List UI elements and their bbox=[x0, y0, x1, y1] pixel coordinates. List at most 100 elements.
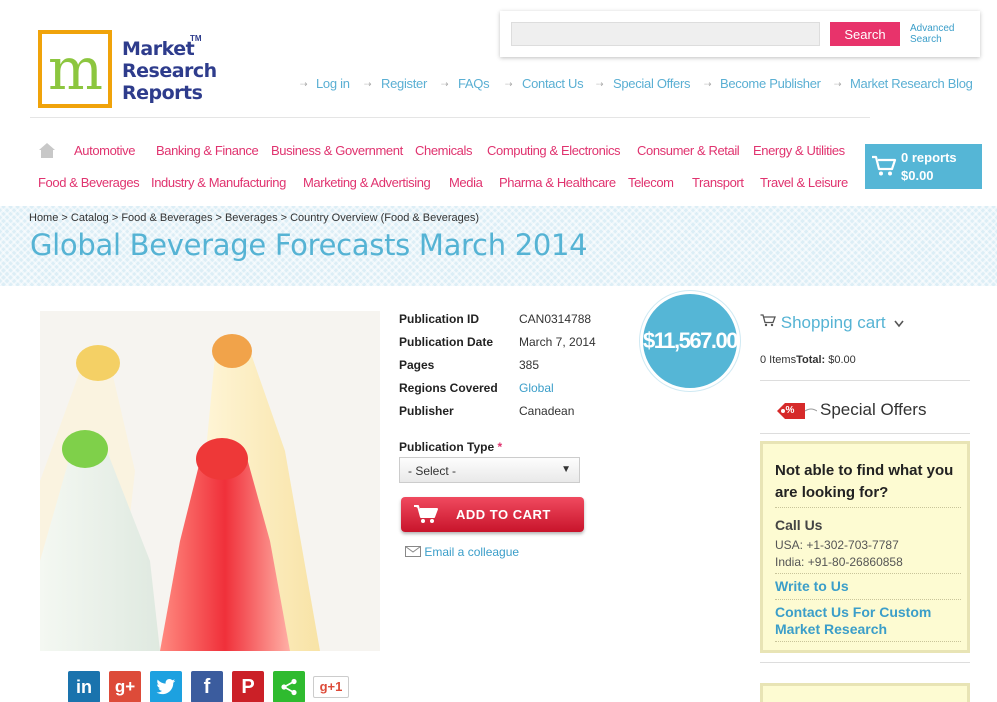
category-banking-finance[interactable]: Banking & Finance bbox=[156, 143, 259, 158]
category-chemicals[interactable]: Chemicals bbox=[415, 143, 472, 158]
advanced-search-line-1: Advanced bbox=[910, 23, 955, 34]
page-title: Global Beverage Forecasts March 2014 bbox=[30, 228, 588, 262]
publication-id-value: CAN0314788 bbox=[519, 312, 592, 326]
breadcrumb[interactable]: Home > Catalog > Food & Beverages > Beve… bbox=[29, 212, 479, 224]
category-industry-manufacturing[interactable]: Industry & Manufacturing bbox=[151, 175, 286, 190]
dropdown-caret-icon: ▼ bbox=[561, 464, 571, 475]
page: m Market Research Reports TM Search Adva… bbox=[0, 0, 997, 702]
special-offers-percent: % bbox=[785, 405, 795, 416]
logo-text: Market Research Reports bbox=[122, 38, 217, 104]
pages-value: 385 bbox=[519, 358, 540, 372]
sidebar-cart-summary: 0 ItemsTotal: $0.00 bbox=[760, 354, 856, 366]
pages-label: Pages bbox=[399, 358, 435, 372]
price-badge: $11,567.00 bbox=[640, 291, 740, 391]
search-input[interactable] bbox=[511, 22, 820, 46]
help-question: Not able to find what you are looking fo… bbox=[775, 462, 954, 501]
usa-phone: USA: +1-302-703-7787 bbox=[775, 538, 899, 552]
publication-date-label: Publication Date bbox=[399, 335, 494, 349]
title-banner: Home > Catalog > Food & Beverages > Beve… bbox=[0, 206, 997, 286]
write-to-us-link[interactable]: Write to Us bbox=[775, 578, 849, 595]
email-colleague-link[interactable]: Email a colleague bbox=[405, 545, 519, 559]
sidebar-divider bbox=[760, 433, 970, 434]
register-link[interactable]: Register bbox=[381, 76, 427, 91]
home-icon[interactable] bbox=[38, 142, 56, 159]
category-transport[interactable]: Transport bbox=[692, 175, 744, 190]
add-to-cart-button[interactable]: ADD TO CART bbox=[401, 497, 584, 532]
category-food-beverages[interactable]: Food & Beverages bbox=[38, 175, 140, 190]
arrow-icon: ⇢ bbox=[441, 79, 449, 89]
chevron-down-icon bbox=[894, 320, 904, 328]
category-media[interactable]: Media bbox=[449, 175, 483, 190]
arrow-icon: ⇢ bbox=[704, 79, 712, 89]
logo-line-1: Market bbox=[122, 38, 195, 60]
sidebar-cart-total-label: Total: bbox=[796, 354, 826, 366]
twitter-share-icon[interactable] bbox=[150, 671, 182, 702]
help-box: Not able to find what you are looking fo… bbox=[760, 441, 970, 653]
category-travel-leisure[interactable]: Travel & Leisure bbox=[760, 175, 848, 190]
cart-icon bbox=[414, 505, 438, 523]
linkedin-share-icon[interactable]: in bbox=[68, 671, 100, 702]
header-cart-button[interactable]: 0 reports $0.00 bbox=[865, 144, 982, 189]
facebook-share-icon[interactable]: f bbox=[191, 671, 223, 702]
publication-type-selected: - Select - bbox=[408, 464, 457, 478]
pinterest-share-icon[interactable]: P bbox=[232, 671, 264, 702]
logo-line-3: Reports bbox=[122, 82, 203, 104]
envelope-icon bbox=[405, 546, 421, 557]
email-colleague-label: Email a colleague bbox=[424, 545, 520, 559]
googleplus-one-button[interactable]: g+1 bbox=[313, 676, 349, 698]
header-divider bbox=[30, 117, 870, 118]
publisher-value: Canadean bbox=[519, 404, 575, 418]
cart-report-count: 0 reports bbox=[901, 150, 957, 165]
publication-type-select[interactable]: - Select - ▼ bbox=[399, 457, 580, 483]
market-research-blog-link[interactable]: Market Research Blog bbox=[850, 76, 973, 91]
india-phone: India: +91-80-26860858 bbox=[775, 555, 903, 569]
share-icon[interactable] bbox=[273, 671, 305, 702]
custom-research-link[interactable]: Contact Us For Custom Market Research bbox=[775, 604, 965, 638]
search-button[interactable]: Search bbox=[830, 22, 900, 46]
sidebar-cart-items: 0 Items bbox=[760, 354, 797, 366]
help-separator bbox=[775, 573, 961, 574]
sidebar-divider bbox=[760, 380, 970, 381]
publication-type-text: Publication Type bbox=[399, 440, 495, 454]
category-business-government[interactable]: Business & Government bbox=[271, 143, 403, 158]
cart-total: $0.00 bbox=[901, 168, 934, 183]
category-computing-electronics[interactable]: Computing & Electronics bbox=[487, 143, 621, 158]
category-consumer-retail[interactable]: Consumer & Retail bbox=[637, 143, 740, 158]
logo-trademark: TM bbox=[190, 34, 202, 43]
sidebar-cart-total-value: $0.00 bbox=[828, 354, 856, 366]
category-pharma-healthcare[interactable]: Pharma & Healthcare bbox=[499, 175, 616, 190]
become-publisher-link[interactable]: Become Publisher bbox=[720, 76, 821, 91]
login-link[interactable]: Log in bbox=[316, 76, 350, 91]
arrow-icon: ⇢ bbox=[505, 79, 513, 89]
help-separator bbox=[775, 507, 961, 508]
add-to-cart-label: ADD TO CART bbox=[456, 507, 551, 522]
top-links: ⇢ Log in ⇢ Register ⇢ FAQs ⇢ Contact Us … bbox=[300, 76, 980, 92]
advanced-search-link[interactable]: Advanced Search bbox=[910, 23, 954, 45]
publisher-label: Publisher bbox=[399, 404, 454, 418]
sidebar-box bbox=[760, 683, 970, 702]
special-offers-link[interactable]: Special Offers bbox=[613, 76, 691, 91]
category-telecom[interactable]: Telecom bbox=[628, 175, 674, 190]
shopping-cart-title-text: Shopping cart bbox=[780, 313, 886, 332]
shopping-cart-widget-title[interactable]: Shopping cart bbox=[760, 313, 904, 333]
regions-covered-link[interactable]: Global bbox=[519, 381, 554, 395]
googleplus-share-icon[interactable]: g+ bbox=[109, 671, 141, 702]
cart-icon bbox=[872, 155, 897, 176]
required-mark: * bbox=[497, 440, 503, 454]
logo-line-2: Research bbox=[122, 60, 217, 82]
product-image bbox=[40, 311, 380, 651]
logo-letter: m bbox=[48, 35, 103, 103]
sidebar-divider bbox=[760, 662, 970, 663]
publication-type-label: Publication Type * bbox=[399, 440, 502, 454]
contact-us-link[interactable]: Contact Us bbox=[522, 76, 584, 91]
help-separator bbox=[775, 599, 961, 600]
advanced-search-line-2: Search bbox=[910, 34, 942, 45]
category-automotive[interactable]: Automotive bbox=[74, 143, 135, 158]
category-energy-utilities[interactable]: Energy & Utilities bbox=[753, 143, 845, 158]
faqs-link[interactable]: FAQs bbox=[458, 76, 490, 91]
category-marketing-advertising[interactable]: Marketing & Advertising bbox=[303, 175, 431, 190]
site-logo[interactable]: m Market Research Reports TM bbox=[38, 30, 217, 110]
publication-id-label: Publication ID bbox=[399, 312, 480, 326]
arrow-icon: ⇢ bbox=[300, 79, 308, 89]
special-offers-heading[interactable]: Special Offers bbox=[820, 400, 926, 420]
